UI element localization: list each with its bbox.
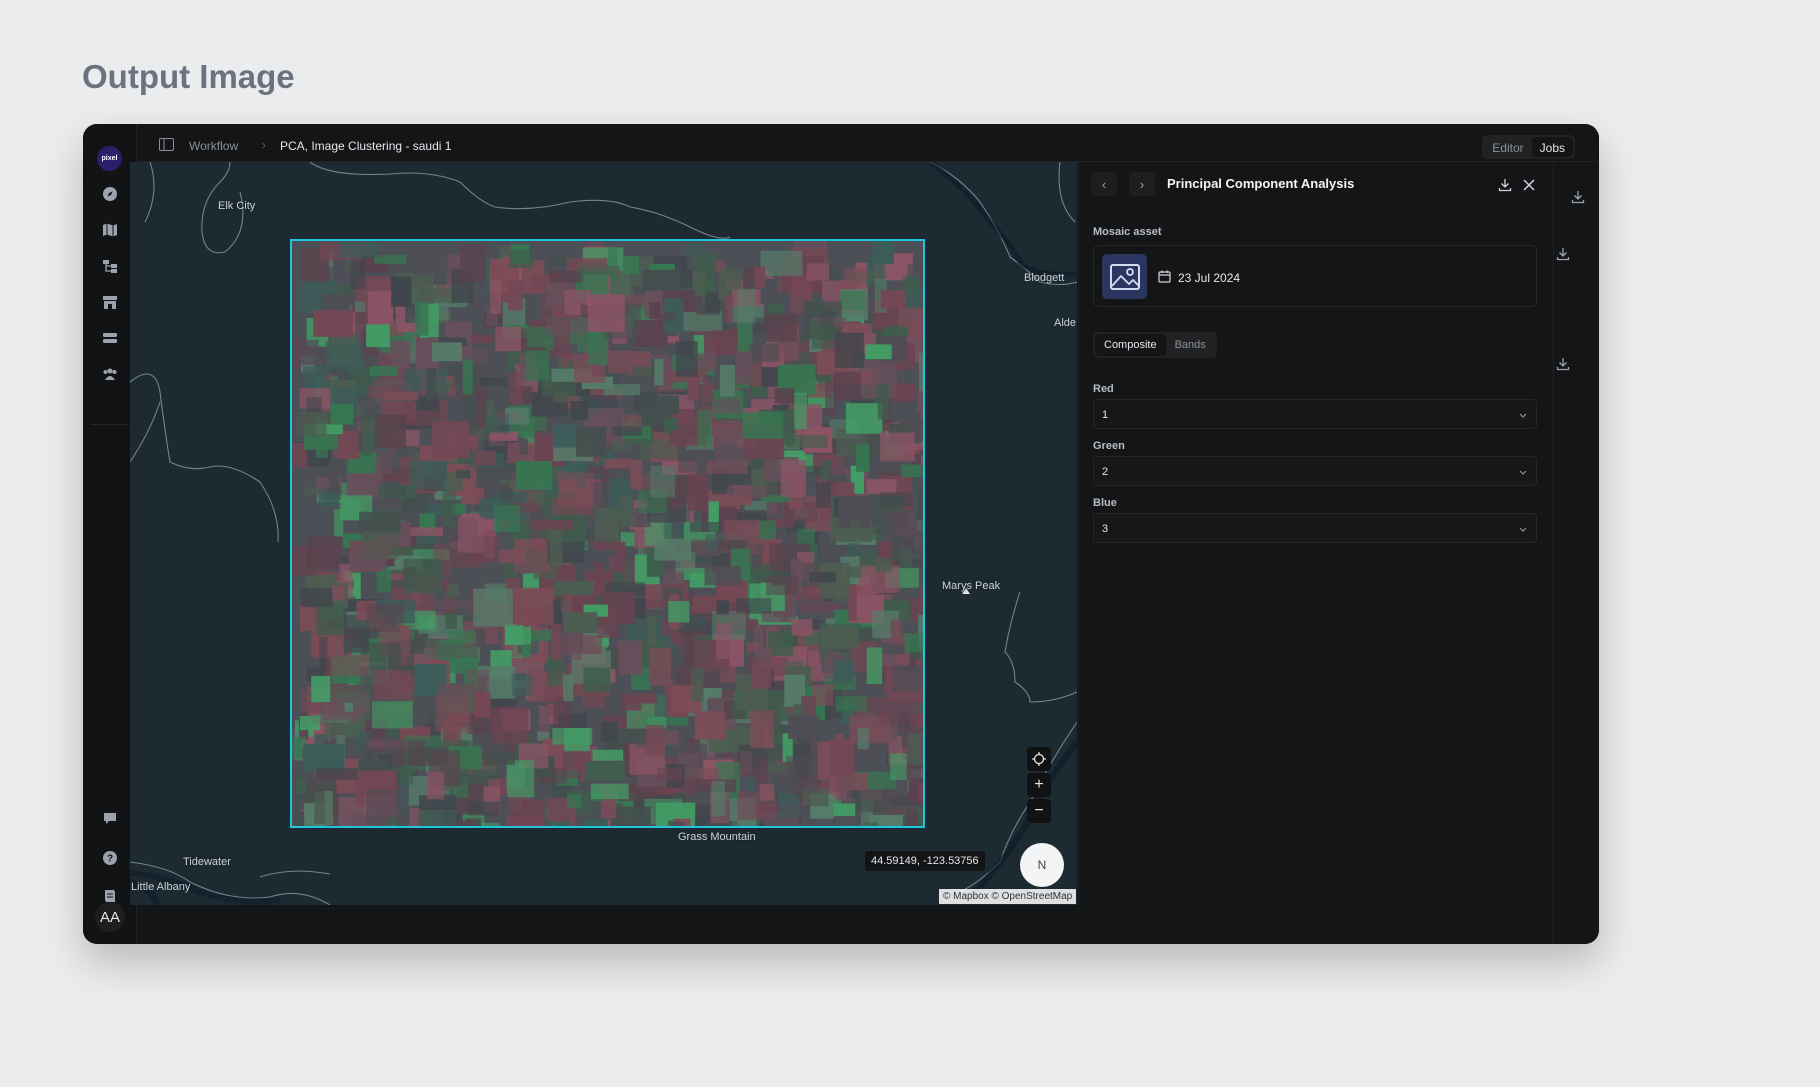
blue-band-select[interactable]: 3 [1093,513,1537,543]
mosaic-asset-label: Mosaic asset [1093,226,1162,238]
tab-jobs[interactable]: Jobs [1531,137,1573,157]
page-heading: Output Image [82,58,295,95]
tab-composite[interactable]: Composite [1095,334,1166,356]
top-bar: Workflow › PCA, Image Clustering - saudi… [137,124,1599,162]
chevron-down-icon [1518,521,1528,539]
cursor-coordinates: 44.59149, -123.53756 [865,851,985,871]
tab-bands[interactable]: Bands [1166,334,1215,356]
help-icon[interactable]: ? [100,848,120,868]
map-label-grass-mountain: Grass Mountain [678,831,756,843]
chevron-down-icon [1518,407,1528,425]
bottom-canvas-strip [137,905,1407,944]
image-thumbnail-icon [1102,254,1147,299]
red-label: Red [1093,383,1114,395]
map-icon[interactable] [100,220,120,240]
user-avatar[interactable]: AA [95,902,125,932]
asset-date: 23 Jul 2024 [1178,271,1241,285]
composite-bands-toggle: Composite Bands [1093,332,1217,358]
app-window: pixel ? AA Workflow › PCA, Image Cluster… [83,124,1599,944]
calendar-icon [1158,270,1171,288]
crosshair-icon [1032,752,1046,766]
workflow-icon[interactable] [100,256,120,276]
next-button[interactable]: › [1129,172,1155,196]
svg-text:?: ? [107,854,113,865]
team-icon[interactable] [100,364,120,384]
map-canvas[interactable]: Elk City Blodgett Alde Marys Peak Grass … [130,162,1077,905]
chevron-down-icon [1518,464,1528,482]
store-icon[interactable] [100,292,120,312]
red-band-value: 1 [1102,409,1109,421]
map-label-little-albany: Little Albany [131,881,191,893]
breadcrumb-current: PCA, Image Clustering - saudi 1 [280,139,452,153]
mosaic-asset-card[interactable]: 23 Jul 2024 [1093,245,1537,307]
map-label-tidewater: Tidewater [183,856,231,868]
properties-panel: ‹ › Principal Component Analysis Mosaic … [1078,162,1552,905]
blue-label: Blue [1093,497,1117,509]
download-asset-icon[interactable] [1554,245,1572,263]
zoom-in-button[interactable]: + [1027,773,1051,797]
map-label-alder: Alde [1054,317,1077,329]
red-band-select[interactable]: 1 [1093,399,1537,429]
map-label-marys-peak: Marys Peak [942,580,1001,592]
download-icon[interactable] [1496,176,1514,194]
compass-button[interactable]: N [1020,843,1064,887]
feedback-icon[interactable] [100,809,120,829]
rail-divider [91,424,129,425]
locate-button[interactable] [1027,747,1051,771]
breadcrumb-workflow[interactable]: Workflow [189,139,238,153]
blue-band-value: 3 [1102,523,1109,535]
tab-editor[interactable]: Editor [1484,137,1531,157]
app-logo[interactable]: pixel [97,146,122,171]
breadcrumb-separator: › [262,138,266,152]
green-band-select[interactable]: 2 [1093,456,1537,486]
database-icon[interactable] [100,328,120,348]
close-icon[interactable] [1520,176,1538,194]
map-attribution[interactable]: © Mapbox © OpenStreetMap [939,889,1077,904]
download-icon[interactable] [1569,188,1587,206]
view-tabs: Editor Jobs [1482,135,1575,159]
icon-rail: pixel ? AA [83,124,137,944]
zoom-out-button[interactable]: − [1027,799,1051,823]
raster-texture [292,241,923,826]
compass-icon[interactable] [100,184,120,204]
pca-output-raster [290,239,925,828]
green-band-value: 2 [1102,466,1109,478]
sidebar-toggle-icon[interactable] [159,138,174,156]
panel-action-column [1553,162,1599,944]
map-label-blodgett: Blodgett [1024,272,1065,284]
download-composite-icon[interactable] [1554,355,1572,373]
compass-north-label: N [1037,858,1047,872]
map-label-elk-city: Elk City [218,200,256,212]
green-label: Green [1093,440,1125,452]
panel-title: Principal Component Analysis [1167,176,1355,191]
previous-button[interactable]: ‹ [1091,172,1117,196]
